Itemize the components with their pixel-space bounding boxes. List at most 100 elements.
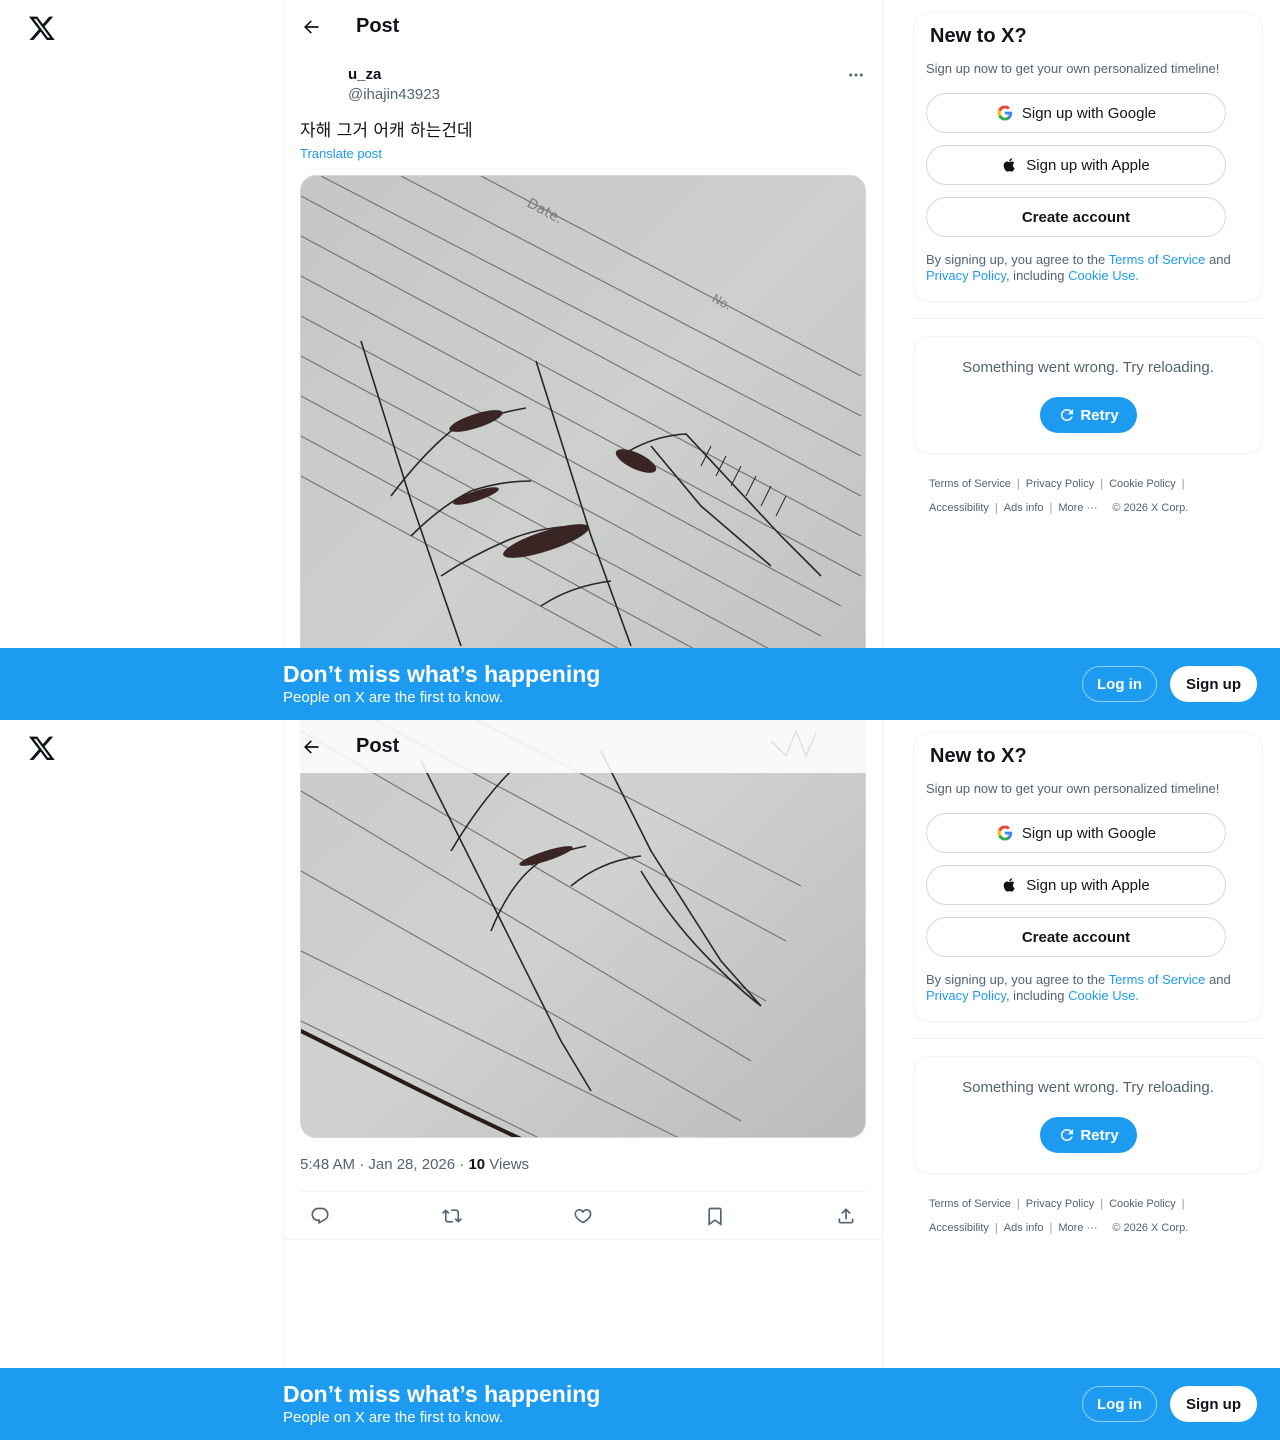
bookmark-button[interactable] (699, 1200, 731, 1232)
footer-privacy-link[interactable]: Privacy Policy (1026, 1192, 1094, 1216)
refresh-icon (1061, 408, 1074, 421)
footer-cookie-link[interactable]: Cookie Policy (1109, 1192, 1176, 1216)
back-button[interactable] (297, 13, 325, 41)
terms-link[interactable]: Terms of Service (1109, 252, 1206, 267)
legal-including: , including (1005, 988, 1069, 1003)
banner-title: Don’t miss what’s happening (283, 661, 601, 687)
footer-accessibility-link[interactable]: Accessibility (929, 496, 989, 520)
signup-button[interactable]: Sign up (1170, 1386, 1257, 1422)
footer-ads-link[interactable]: Ads info (1004, 496, 1044, 520)
retry-label: Retry (1080, 406, 1119, 424)
signup-button[interactable]: Sign up (1170, 666, 1257, 702)
cookie-use-link[interactable]: Cookie Use. (1068, 988, 1139, 1003)
terms-link[interactable]: Terms of Service (1109, 972, 1206, 987)
author-handle[interactable]: @ihajin43923 (348, 84, 440, 106)
viewport-top: Post u_za @ihajin43923 자해 그거 어캐 하는건데 Tra… (0, 0, 1280, 720)
legal-including: , including (1005, 268, 1069, 283)
create-account-label: Create account (1021, 208, 1131, 226)
google-icon (997, 105, 1013, 121)
google-icon (997, 825, 1013, 841)
login-button[interactable]: Log in (1082, 1386, 1157, 1422)
apple-signup-label: Sign up with Apple (1026, 876, 1150, 894)
post-image[interactable]: Date. No. (300, 175, 866, 720)
repost-icon (441, 1209, 462, 1223)
views-count: 10 (468, 1156, 486, 1173)
post-timestamp[interactable]: 5:48 AM · Jan 28, 2026 · (300, 1156, 468, 1173)
login-banner: Don’t miss what’s happening People on X … (0, 648, 1280, 720)
like-icon (574, 1208, 592, 1224)
create-account-button[interactable]: Create account (926, 917, 1226, 957)
retry-button[interactable]: Retry (1040, 1117, 1137, 1153)
post-actions (300, 1194, 866, 1238)
banner-subtitle: People on X are the first to know. (283, 689, 504, 706)
apple-signup-label: Sign up with Apple (1026, 156, 1150, 174)
error-message: Something went wrong. Try reloading. (962, 359, 1214, 376)
footer-cookie-link[interactable]: Cookie Policy (1109, 472, 1176, 496)
post-text: 자해 그거 어캐 하는건데 (300, 121, 473, 141)
back-button[interactable] (297, 733, 325, 761)
error-card: Something went wrong. Try reloading. Ret… (913, 1056, 1263, 1174)
retry-label: Retry (1080, 1126, 1119, 1144)
signup-legal-text: By signing up, you agree to the Terms of… (926, 252, 1256, 284)
cookie-use-link[interactable]: Cookie Use. (1068, 268, 1139, 283)
share-icon (838, 1208, 854, 1224)
divider (300, 1191, 866, 1192)
signup-subtitle: Sign up now to get your own personalized… (926, 61, 1220, 76)
footer-ads-link[interactable]: Ads info (1004, 1216, 1044, 1240)
footer-privacy-link[interactable]: Privacy Policy (1026, 472, 1094, 496)
apple-signup-button[interactable]: Sign up with Apple (926, 145, 1226, 185)
back-arrow-icon (304, 740, 319, 754)
legal-and: and (1205, 252, 1231, 267)
views-label: Views (485, 1156, 530, 1173)
author-name[interactable]: u_za (348, 66, 440, 84)
post-column: Post 5:48 AM · Jan 28, 2026 · 10 Views (283, 720, 883, 1440)
footer-terms-link[interactable]: Terms of Service (929, 1192, 1011, 1216)
page-title: Post (356, 735, 400, 757)
share-button[interactable] (830, 1200, 862, 1232)
legal-prefix: By signing up, you agree to the (926, 972, 1109, 987)
sidebar-footer: Terms of Service | Privacy Policy | Cookie… (929, 472, 1249, 520)
post-image[interactable] (300, 720, 866, 1138)
footer-copyright: © 2026 X Corp. (1112, 1222, 1189, 1234)
divider (913, 318, 1263, 319)
post-header: Post (284, 0, 882, 53)
google-signup-label: Sign up with Google (1021, 824, 1157, 842)
google-signup-label: Sign up with Google (1021, 104, 1157, 122)
post-header: Post (284, 720, 882, 773)
footer-accessibility-link[interactable]: Accessibility (929, 1216, 989, 1240)
sidebar-footer: Terms of Service | Privacy Policy | Cookie… (929, 1192, 1249, 1240)
more-button[interactable] (844, 64, 868, 86)
privacy-link[interactable]: Privacy Policy (926, 268, 1006, 283)
post-author[interactable]: u_za @ihajin43923 (348, 66, 440, 106)
post-column: Post u_za @ihajin43923 자해 그거 어캐 하는건데 Tra… (283, 0, 883, 720)
more-icon (849, 73, 863, 77)
bookmark-icon (707, 1207, 722, 1226)
apple-icon (1003, 878, 1015, 892)
google-signup-button[interactable]: Sign up with Google (926, 93, 1226, 133)
login-banner: Don’t miss what’s happening People on X … (0, 1368, 1280, 1440)
retry-button[interactable]: Retry (1040, 397, 1137, 433)
login-button[interactable]: Log in (1082, 666, 1157, 702)
privacy-link[interactable]: Privacy Policy (926, 988, 1006, 1003)
repost-button[interactable] (436, 1200, 468, 1232)
signup-legal-text: By signing up, you agree to the Terms of… (926, 972, 1256, 1004)
create-account-button[interactable]: Create account (926, 197, 1226, 237)
create-account-label: Create account (1021, 928, 1131, 946)
refresh-icon (1061, 1128, 1074, 1141)
translate-link[interactable]: Translate post (300, 146, 382, 161)
signup-subtitle: Sign up now to get your own personalized… (926, 781, 1220, 796)
footer-more-link[interactable]: More ··· (1058, 1216, 1097, 1240)
like-button[interactable] (567, 1200, 599, 1232)
reply-icon (311, 1207, 329, 1225)
legal-prefix: By signing up, you agree to the (926, 252, 1109, 267)
apple-signup-button[interactable]: Sign up with Apple (926, 865, 1226, 905)
google-signup-button[interactable]: Sign up with Google (926, 813, 1226, 853)
post-meta: 5:48 AM · Jan 28, 2026 · 10 Views (300, 1156, 529, 1173)
footer-terms-link[interactable]: Terms of Service (929, 472, 1011, 496)
x-logo-icon[interactable] (28, 734, 56, 762)
legal-and: and (1205, 972, 1231, 987)
signup-title: New to X? (930, 25, 1027, 47)
reply-button[interactable] (304, 1200, 336, 1232)
footer-more-link[interactable]: More ··· (1058, 496, 1097, 520)
x-logo-icon[interactable] (28, 14, 56, 42)
